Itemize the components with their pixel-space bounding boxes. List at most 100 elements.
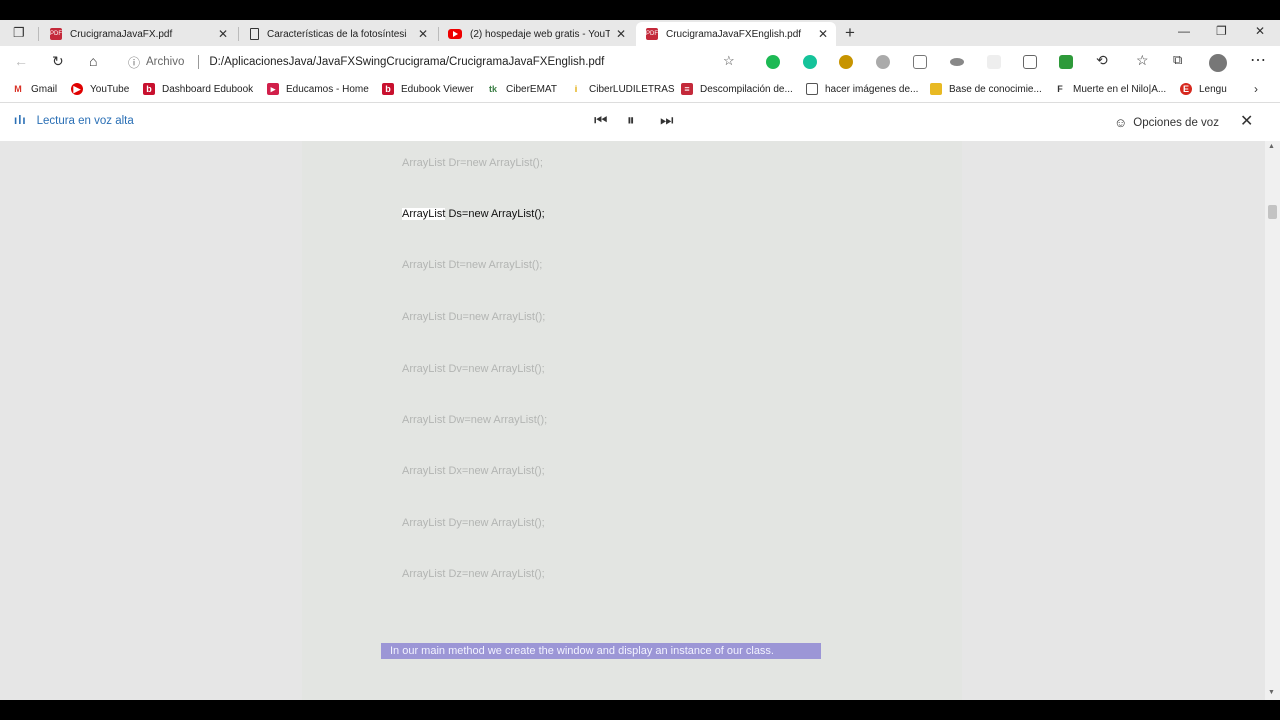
voice-options-label: Opciones de voz: [1133, 116, 1219, 129]
address-scheme-label: Archivo: [146, 56, 185, 68]
extension-shield-icon[interactable]: [913, 55, 927, 69]
bookmark-muerte-nilo[interactable]: F Muerte en el Nilo|A...: [1054, 83, 1166, 95]
pause-icon[interactable]: ⏸: [627, 112, 635, 129]
pdf-viewer: ArrayList Dr=new ArrayList(); ArrayList …: [0, 141, 1265, 700]
window-close-icon[interactable]: ✕: [1255, 24, 1265, 38]
bookmark-label: Educamos - Home: [286, 83, 369, 95]
educamos-icon: ▸: [267, 83, 279, 95]
extension-b-icon[interactable]: [839, 55, 853, 69]
voice-options-button[interactable]: ☺ Opciones de voz: [1114, 115, 1219, 130]
gmail-icon: M: [12, 83, 24, 95]
bookmark-label: Dashboard Edubook: [162, 83, 254, 95]
extension-green-icon[interactable]: [1059, 55, 1073, 69]
bookmark-edubook-viewer[interactable]: b Edubook Viewer: [382, 83, 474, 95]
bookmark-dashboard-edubook[interactable]: b Dashboard Edubook: [143, 83, 253, 95]
voice-options-icon: ☺: [1114, 115, 1128, 130]
scrollbar-thumb[interactable]: [1268, 205, 1277, 219]
pdf-icon: PDF: [50, 28, 62, 40]
bookmark-gmail[interactable]: M Gmail: [12, 83, 57, 95]
bookmark-label: Muerte en el Nilo|A...: [1073, 83, 1167, 95]
code-line-active: ArrayList Ds=new ArrayList();: [402, 208, 545, 220]
tk-icon: tk: [487, 83, 499, 95]
tab-title: CrucigramaJavaFXEnglish.pdf: [666, 28, 802, 40]
close-read-aloud-icon[interactable]: ✕: [1240, 111, 1253, 131]
refresh-icon[interactable]: ↻: [52, 53, 64, 70]
favorites-icon[interactable]: ☆: [1136, 52, 1149, 69]
back-icon[interactable]: ←: [14, 53, 28, 69]
code-line: ArrayList Dz=new ArrayList();: [402, 568, 545, 580]
tab-actions-icon[interactable]: ❐: [13, 25, 25, 41]
vertical-scrollbar[interactable]: ▲ ▼: [1265, 141, 1280, 700]
tab-divider: [238, 27, 239, 41]
extensions-puzzle-icon[interactable]: ⟲: [1096, 52, 1108, 69]
new-tab-icon[interactable]: +: [845, 23, 855, 43]
bookmark-label: hacer imágenes de...: [825, 83, 919, 95]
extension-dots-icon[interactable]: [950, 58, 964, 66]
extension-disabled-icon[interactable]: [987, 55, 1001, 69]
profile-avatar[interactable]: [1209, 54, 1227, 72]
collections-icon[interactable]: ⧉: [1173, 52, 1182, 68]
address-url[interactable]: D:/AplicacionesJava/JavaFXSwingCrucigram…: [209, 56, 604, 68]
bookmark-base-conocimiento[interactable]: Base de conocimie...: [930, 83, 1042, 95]
bookmark-ciberemat[interactable]: tk CiberEMAT: [487, 83, 557, 95]
pdf-page: ArrayList Dr=new ArrayList(); ArrayList …: [302, 141, 962, 700]
f-icon: F: [1054, 83, 1066, 95]
highlighted-sentence: In our main method we create the window …: [381, 643, 821, 659]
scroll-up-icon[interactable]: ▲: [1268, 143, 1275, 150]
code-line: ArrayList Dr=new ArrayList();: [402, 157, 543, 169]
bookmark-ciberludiletras[interactable]: i CiberLUDILETRAS: [570, 83, 675, 95]
grammarly-extension-icon[interactable]: [766, 55, 780, 69]
tab-title: (2) hospedaje web gratis - YouTube: [470, 28, 610, 40]
address-divider: [198, 55, 200, 69]
close-icon[interactable]: ✕: [416, 27, 430, 41]
extension-c-icon[interactable]: [803, 55, 817, 69]
bookmark-descompilacion[interactable]: ≡ Descompilación de...: [681, 83, 793, 95]
close-icon[interactable]: ✕: [216, 27, 230, 41]
restore-icon[interactable]: ❐: [1216, 24, 1227, 38]
bookmark-hacer-imagenes[interactable]: hacer imágenes de...: [806, 83, 918, 95]
more-menu-icon[interactable]: ⋯: [1250, 50, 1266, 70]
home-icon[interactable]: ⌂: [89, 53, 97, 69]
info-icon[interactable]: ⓘ: [128, 54, 140, 71]
code-line: ArrayList Dx=new ArrayList();: [402, 465, 545, 477]
next-paragraph-icon[interactable]: ⏭: [660, 112, 674, 129]
previous-paragraph-icon[interactable]: ⏮: [594, 112, 608, 129]
bookmark-label: CiberEMAT: [506, 83, 557, 95]
current-word-highlight: ArrayList: [402, 208, 446, 220]
bookmark-lengua[interactable]: E Lengu: [1180, 83, 1227, 95]
read-aloud-title: Lectura en voz alta: [36, 115, 134, 127]
address-row: ← ↻ ⌂ ⓘ Archivo D:/AplicacionesJava/Java…: [0, 46, 1280, 78]
read-aloud-label: ılı Lectura en voz alta: [14, 115, 134, 127]
close-icon[interactable]: ✕: [614, 27, 628, 41]
code-line-rest: Ds=new ArrayList();: [445, 208, 545, 220]
close-icon[interactable]: ✕: [816, 27, 830, 41]
bookmark-youtube[interactable]: ▶ YouTube: [71, 83, 129, 95]
folder-icon: [930, 83, 942, 95]
edubook-icon: b: [382, 83, 394, 95]
scroll-down-icon[interactable]: ▼: [1268, 689, 1275, 696]
add-favorite-icon[interactable]: ☆: [723, 53, 735, 69]
tab-crucigrama-pdf[interactable]: PDF CrucigramaJavaFX.pdf ✕: [40, 22, 236, 46]
document-icon: [806, 83, 818, 95]
minimize-icon[interactable]: —: [1178, 24, 1190, 38]
tab-youtube[interactable]: (2) hospedaje web gratis - YouTube ✕: [438, 22, 634, 46]
bookmark-label: Lengu: [1199, 83, 1227, 95]
extension-c2-icon[interactable]: [1023, 55, 1037, 69]
info-icon: i: [570, 83, 582, 95]
tab-crucigrama-english-pdf[interactable]: PDF CrucigramaJavaFXEnglish.pdf ✕: [636, 22, 836, 46]
address-bar[interactable]: ⓘ Archivo D:/AplicacionesJava/JavaFXSwin…: [128, 50, 748, 74]
bookmark-label: YouTube: [90, 83, 130, 95]
bookmark-label: Base de conocimie...: [949, 83, 1042, 95]
code-line: ArrayList Du=new ArrayList();: [402, 311, 546, 323]
tab-fotosintesis[interactable]: Características de la fotosíntesis ✕: [240, 22, 436, 46]
bookmarks-bar: M Gmail ▶ YouTube b Dashboard Edubook ▸ Educ…: [0, 78, 1280, 103]
chevron-right-icon[interactable]: ›: [1254, 82, 1258, 96]
read-aloud-toolbar: ılı Lectura en voz alta ⏮ ⏸ ⏭ ☺ Opciones…: [0, 103, 1280, 142]
bookmark-educamos[interactable]: ▸ Educamos - Home: [267, 83, 369, 95]
youtube-icon: ▶: [71, 83, 83, 95]
browser-window: ❐ PDF CrucigramaJavaFX.pdf ✕ Característ…: [0, 20, 1280, 700]
code-line: ArrayList Dv=new ArrayList();: [402, 363, 545, 375]
code-line: ArrayList Dy=new ArrayList();: [402, 517, 545, 529]
extension-gear-icon[interactable]: [876, 55, 890, 69]
bookmark-label: Edubook Viewer: [401, 83, 474, 95]
